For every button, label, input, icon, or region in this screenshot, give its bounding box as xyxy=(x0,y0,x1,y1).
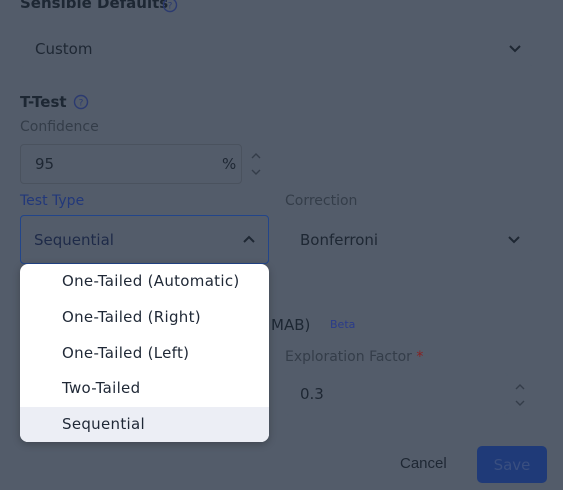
test-type-label: Test Type xyxy=(20,193,85,209)
ttest-heading-text: T-Test xyxy=(20,93,67,111)
sensible-defaults-heading: Sensible Defaults xyxy=(20,0,168,12)
correction-label: Correction xyxy=(285,193,358,209)
exploration-factor-input[interactable]: 0.3 xyxy=(285,372,508,416)
svg-text:?: ? xyxy=(168,2,173,12)
test-type-value: Sequential xyxy=(34,231,114,249)
mab-heading: MAB) xyxy=(271,316,310,334)
chevron-down-icon xyxy=(508,236,520,244)
svg-text:?: ? xyxy=(79,99,84,109)
sensible-defaults-heading-text: Sensible Defaults xyxy=(20,0,169,12)
chevron-down-icon xyxy=(509,45,521,53)
option-one-tailed-right[interactable]: One-Tailed (Right) xyxy=(20,300,269,336)
confidence-value: 95 xyxy=(35,155,55,173)
spin-down-icon[interactable] xyxy=(514,397,526,409)
option-one-tailed-automatic[interactable]: One-Tailed (Automatic) xyxy=(20,264,269,300)
mab-heading-text: MAB) xyxy=(271,316,311,334)
test-type-dropdown-menu: One-Tailed (Automatic) One-Tailed (Right… xyxy=(20,264,269,442)
save-button[interactable]: Save xyxy=(477,446,547,483)
sensible-defaults-value: Custom xyxy=(35,40,93,58)
ttest-heading: T-Test xyxy=(20,93,67,111)
exploration-factor-label: Exploration Factor * xyxy=(285,349,423,365)
option-one-tailed-left[interactable]: One-Tailed (Left) xyxy=(20,336,269,372)
correction-select[interactable]: Bonferroni xyxy=(285,217,532,263)
exploration-factor-value: 0.3 xyxy=(300,385,324,403)
sensible-defaults-select[interactable]: Custom xyxy=(20,29,532,68)
help-icon[interactable]: ? xyxy=(162,0,178,13)
chevron-up-icon xyxy=(243,235,255,243)
spin-down-icon[interactable] xyxy=(250,166,262,178)
spin-up-icon[interactable] xyxy=(250,150,262,162)
cancel-button[interactable]: Cancel xyxy=(400,455,447,472)
confidence-label: Confidence xyxy=(20,119,99,135)
option-two-tailed[interactable]: Two-Tailed xyxy=(20,371,269,407)
required-marker: * xyxy=(416,349,424,365)
beta-badge: Beta xyxy=(330,318,356,331)
ttest-help-icon[interactable]: ? xyxy=(73,94,89,110)
spin-up-icon[interactable] xyxy=(514,381,526,393)
exploration-factor-label-text: Exploration Factor xyxy=(285,349,412,365)
correction-value: Bonferroni xyxy=(300,231,379,249)
confidence-unit: % xyxy=(222,155,237,173)
test-type-select[interactable]: Sequential xyxy=(20,215,269,264)
confidence-input[interactable]: 95 % xyxy=(20,144,242,184)
option-sequential[interactable]: Sequential xyxy=(20,407,269,442)
